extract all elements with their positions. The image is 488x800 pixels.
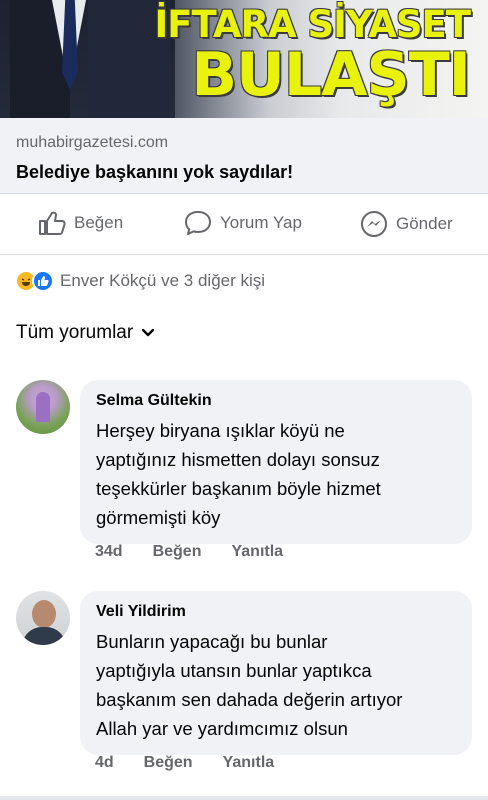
comment-bubble[interactable]: Selma Gültekin Herşey biryana ışıklar kö… — [80, 380, 472, 544]
chevron-down-icon — [141, 328, 155, 337]
comment-label: Yorum Yap — [220, 213, 302, 232]
filter-label: Tüm yorumlar — [16, 322, 134, 343]
link-preview[interactable]: muhabirgazetesi.com Belediye başkanını y… — [0, 118, 488, 194]
post-actions: Beğen Yorum Yap Gönder — [0, 194, 488, 255]
comment-like-button[interactable]: Beğen — [153, 543, 202, 561]
comment-time[interactable]: 34d — [95, 543, 123, 561]
comment-reply-button[interactable]: Yanıtla — [223, 754, 275, 772]
comment-meta: 4d Beğen Yanıtla — [95, 754, 304, 772]
comment-reply-button[interactable]: Yanıtla — [231, 543, 283, 561]
post-image[interactable]: İFTARA SİYASET BULAŞTI — [0, 0, 488, 118]
comment-button[interactable]: Yorum Yap — [184, 210, 302, 236]
avatar[interactable] — [16, 591, 70, 645]
comment-time[interactable]: 4d — [95, 754, 114, 772]
reaction-summary[interactable]: Enver Kökçü ve 3 diğer kişi — [15, 270, 265, 292]
comment-line: Allah yar ve yardımcımız olsun — [96, 718, 348, 739]
comment-line: başkanım sen dahada değerin artıyor — [96, 689, 403, 710]
like-label: Beğen — [74, 213, 124, 232]
headline-line-2: BULAŞTI — [191, 40, 471, 110]
link-title: Belediye başkanını yok saydılar! — [16, 162, 294, 182]
headline-line-1: İFTARA SİYASET — [154, 3, 471, 46]
comment-filter[interactable]: Tüm yorumlar — [16, 322, 155, 344]
comment-author[interactable]: Veli Yildirim — [96, 603, 456, 621]
like-button[interactable]: Beğen — [38, 210, 123, 236]
comment-text: Bunların yapacağı bu bunlar yaptığıyla u… — [96, 627, 456, 743]
comment-line: Herşey biryana ışıklar köyü ne — [96, 420, 345, 441]
send-button[interactable]: Gönder — [360, 210, 453, 238]
comment-line: Bunların yapacağı bu bunlar — [96, 631, 328, 652]
person-photo — [0, 0, 175, 118]
comment-line: görmemişti köy — [96, 507, 221, 528]
comment-meta: 34d Beğen Yanıtla — [95, 543, 313, 561]
comment-line: yaptığıyla utansın bunlar yaptıkca — [96, 660, 372, 681]
avatar[interactable] — [16, 380, 70, 434]
comment-line: yaptığınız hismetten dolayı sonsuz — [96, 449, 380, 470]
send-label: Gönder — [396, 214, 453, 233]
comment-bubble-icon — [185, 211, 211, 235]
comment-bubble[interactable]: Veli Yildirim Bunların yapacağı bu bunla… — [80, 591, 472, 755]
comment-line: teşekkürler başkanım böyle hizmet — [96, 478, 381, 499]
image-headline: İFTARA SİYASET BULAŞTI — [154, 3, 471, 110]
thumbs-up-icon — [39, 211, 66, 235]
reaction-text: Enver Kökçü ve 3 diğer kişi — [60, 271, 266, 290]
comment-like-button[interactable]: Beğen — [144, 754, 193, 772]
messenger-icon — [361, 211, 387, 237]
like-reaction-icon — [32, 270, 54, 292]
link-domain: muhabirgazetesi.com — [16, 134, 169, 151]
divider — [0, 796, 488, 800]
comment-text: Herşey biryana ışıklar köyü ne yaptığını… — [96, 416, 456, 532]
comment-author[interactable]: Selma Gültekin — [96, 392, 456, 410]
